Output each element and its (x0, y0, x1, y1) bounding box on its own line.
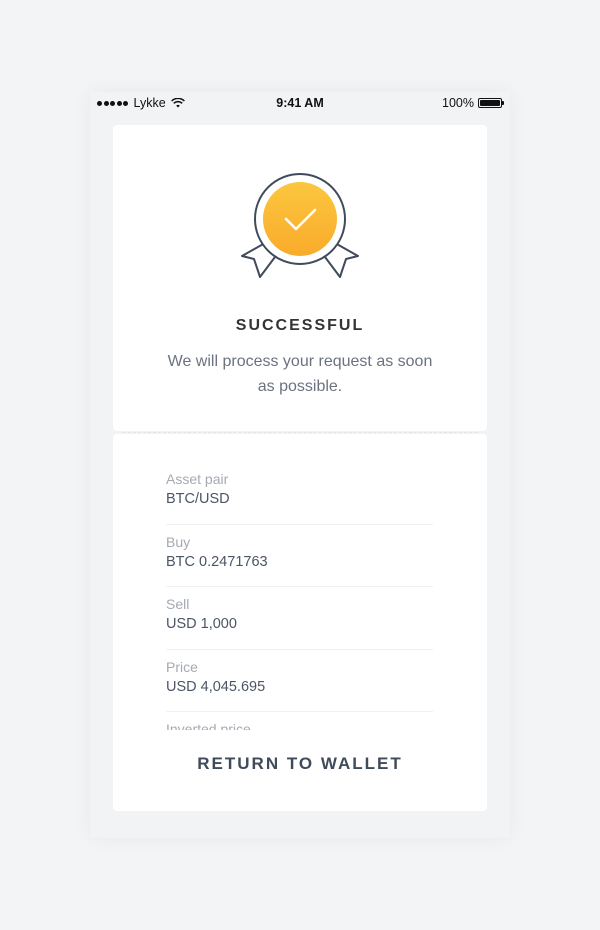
detail-row-price: Price USD 4,045.695 (166, 650, 433, 712)
card-divider (123, 432, 477, 433)
detail-row-inverted-price: Inverted price (166, 712, 433, 730)
battery-percentage: 100% (442, 96, 474, 110)
detail-row-asset-pair: Asset pair BTC/USD (166, 462, 433, 525)
detail-row-sell: Sell USD 1,000 (166, 587, 433, 650)
medal-check-icon (241, 173, 359, 278)
detail-row-buy: Buy BTC 0.2471763 (166, 525, 433, 587)
success-card: SUCCESSFUL We will process your request … (113, 125, 487, 431)
detail-label: Asset pair (166, 471, 229, 487)
success-message: We will process your request as soon as … (167, 353, 433, 395)
detail-value: USD 1,000 (166, 616, 237, 632)
detail-value: BTC 0.2471763 (166, 553, 268, 570)
detail-label: Inverted price (166, 721, 251, 730)
order-details-card: Asset pair BTC/USD Buy BTC 0.2471763 Sel… (113, 434, 487, 811)
detail-label: Sell (166, 596, 190, 612)
status-bar: Lykke 9:41 AM 100% (90, 92, 510, 114)
detail-label: Buy (166, 533, 191, 550)
detail-label: Price (166, 658, 198, 675)
detail-value: USD 4,045.695 (166, 678, 266, 695)
phone-screen: Lykke 9:41 AM 100% SUCCESSFUL We will pr… (90, 92, 510, 838)
battery-icon (478, 98, 504, 108)
details-list[interactable]: Asset pair BTC/USD Buy BTC 0.2471763 Sel… (166, 462, 433, 730)
detail-value: BTC/USD (166, 491, 230, 507)
return-to-wallet-button[interactable]: RETURN TO WALLET (113, 744, 487, 784)
success-title: SUCCESSFUL (235, 317, 365, 334)
status-bar-right: 100% (442, 96, 504, 110)
